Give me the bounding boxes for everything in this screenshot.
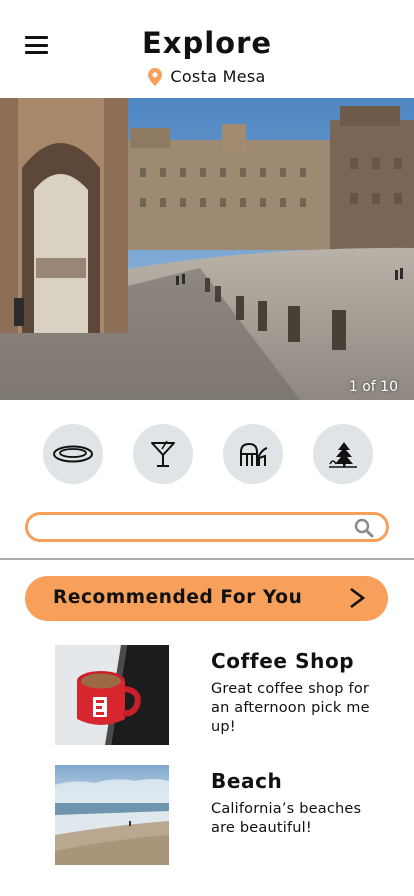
- plate-icon: [53, 445, 93, 463]
- recommended-label: Recommended For You: [53, 587, 303, 608]
- page-title: Explore: [141, 26, 273, 60]
- amusement-icon: [240, 442, 268, 466]
- search-input[interactable]: [38, 515, 348, 539]
- list-item[interactable]: Coffee Shop Great coffee shop for an aft…: [55, 645, 385, 745]
- location-label: Costa Mesa: [170, 67, 266, 86]
- hero-image-carousel[interactable]: 1 of 10: [0, 98, 414, 400]
- item-description: California’s beaches are beautiful!: [211, 801, 362, 836]
- category-drinks-button[interactable]: [133, 424, 193, 484]
- category-entertainment-button[interactable]: [223, 424, 283, 484]
- header: Explore Costa Mesa: [0, 0, 414, 98]
- location-pin-icon: [148, 67, 163, 86]
- coffee-thumbnail: [55, 645, 169, 745]
- category-row: [0, 424, 414, 484]
- beach-thumbnail: [55, 765, 169, 865]
- item-description: Great coffee shop for an afternoon pick …: [211, 681, 370, 735]
- recommended-for-you-button[interactable]: Recommended For You: [25, 576, 388, 621]
- search-icon[interactable]: [354, 518, 374, 538]
- search-bar: [25, 512, 389, 542]
- location-indicator[interactable]: Costa Mesa: [0, 67, 414, 86]
- piazza-photo: [0, 98, 414, 400]
- nature-icon: [329, 442, 357, 468]
- carousel-counter: 1 of 10: [348, 379, 398, 395]
- item-title: Coffee Shop: [211, 649, 355, 673]
- category-outdoors-button[interactable]: [313, 424, 373, 484]
- category-food-button[interactable]: [43, 424, 103, 484]
- section-divider: [0, 558, 414, 560]
- cocktail-icon: [151, 440, 175, 467]
- list-item[interactable]: Beach California’s beaches are beautiful…: [55, 765, 385, 865]
- chevron-right-icon: [350, 587, 366, 609]
- item-title: Beach: [211, 769, 283, 793]
